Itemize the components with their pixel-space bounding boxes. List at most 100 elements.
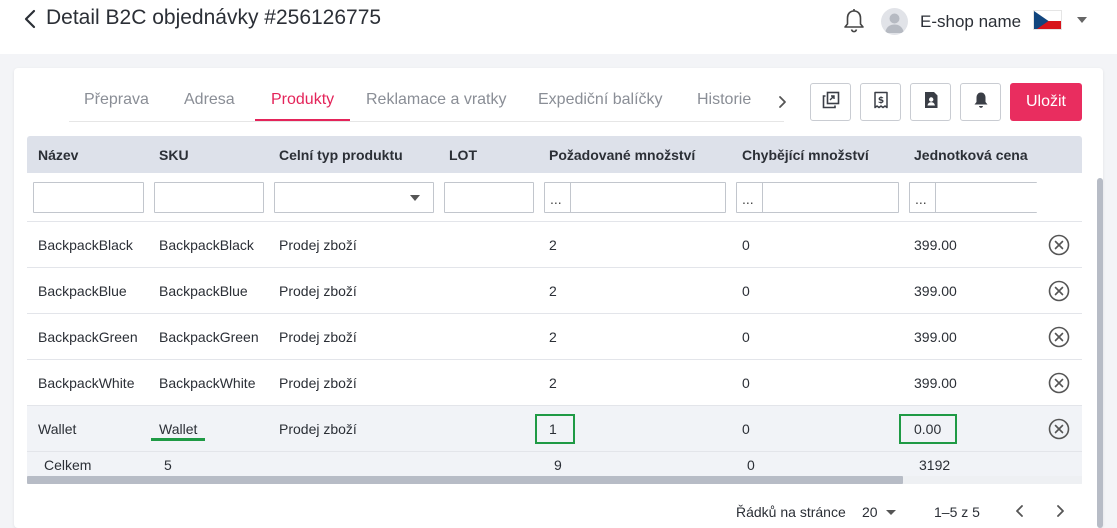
cell-sku: BackpackBlack xyxy=(159,237,254,253)
contact-card-icon xyxy=(923,91,939,114)
czech-flag-icon[interactable] xyxy=(1033,10,1062,30)
invoice-button[interactable]: $ xyxy=(860,83,901,121)
column-header-sku[interactable]: SKU xyxy=(159,147,189,163)
remove-row-icon[interactable] xyxy=(1048,280,1070,302)
previous-page-icon[interactable] xyxy=(1012,502,1028,520)
cell-celni-typ: Prodej zboží xyxy=(279,421,357,437)
cell-chybejici-mnozstvi: 0 xyxy=(742,375,750,391)
cell-chybejici-mnozstvi: 0 xyxy=(742,421,750,437)
cell-chybejici-mnozstvi: 0 xyxy=(742,283,750,299)
sku-highlight-underline xyxy=(151,438,205,441)
cell-nazev: BackpackGreen xyxy=(38,329,138,345)
cell-pozadovane-mnozstvi[interactable]: 2 xyxy=(549,329,557,345)
filter-jednotkova-cena-range[interactable]: ... xyxy=(909,182,1037,213)
filter-lot-input[interactable] xyxy=(444,182,534,213)
chevron-down-icon[interactable] xyxy=(886,510,896,515)
column-header-chybejici-mnozstvi[interactable]: Chybějící množství xyxy=(742,147,869,163)
table-header: Název SKU Celní typ produktu LOT Požadov… xyxy=(27,136,1082,173)
products-table: Název SKU Celní typ produktu LOT Požadov… xyxy=(27,136,1082,486)
cell-jednotkova-cena[interactable]: 399.00 xyxy=(914,283,957,299)
tab-historie[interactable]: Historie xyxy=(697,91,751,109)
table-row[interactable]: BackpackGreen BackpackGreen Prodej zboží… xyxy=(27,314,1082,360)
tab-preprava[interactable]: Přeprava xyxy=(84,91,149,109)
back-arrow-icon[interactable] xyxy=(20,8,40,30)
cell-pozadovane-mnozstvi[interactable]: 2 xyxy=(549,237,557,253)
svg-text:$: $ xyxy=(877,96,883,106)
order-detail-card: Přeprava Adresa Produkty Reklamace a vra… xyxy=(14,68,1103,528)
cell-nazev: Wallet xyxy=(38,421,77,437)
cell-pozadovane-mnozstvi[interactable]: 2 xyxy=(549,283,557,299)
tab-expedicni-balicky[interactable]: Expediční balíčky xyxy=(538,91,663,109)
top-bar: Detail B2C objednávky #256126775 E-shop … xyxy=(0,0,1117,54)
cell-jednotkova-cena[interactable]: 399.00 xyxy=(914,237,957,253)
filter-chybejici-mnozstvi-range[interactable]: ... xyxy=(736,182,899,213)
cell-celni-typ: Prodej zboží xyxy=(279,283,357,299)
horizontal-scrollbar[interactable] xyxy=(27,476,1082,484)
table-row[interactable]: BackpackBlack BackpackBlack Prodej zboží… xyxy=(27,222,1082,268)
cell-jednotkova-cena[interactable]: 399.00 xyxy=(914,375,957,391)
tabs-scroll-right-icon[interactable] xyxy=(774,94,790,110)
filter-divider xyxy=(762,183,763,212)
notification-button[interactable] xyxy=(960,83,1001,121)
filter-nazev-input[interactable] xyxy=(33,182,144,213)
page-title: Detail B2C objednávky #256126775 xyxy=(46,6,382,29)
remove-row-icon[interactable] xyxy=(1048,418,1070,440)
filter-operator-ellipsis[interactable]: ... xyxy=(550,191,562,207)
filter-sku-input[interactable] xyxy=(154,182,264,213)
cell-pozadovane-mnozstvi[interactable]: 1 xyxy=(549,421,557,437)
filter-pozadovane-mnozstvi-range[interactable]: ... xyxy=(544,182,726,213)
totals-count: 5 xyxy=(164,457,172,473)
cell-sku: BackpackBlue xyxy=(159,283,248,299)
cell-celni-typ: Prodej zboží xyxy=(279,375,357,391)
horizontal-scrollbar-thumb[interactable] xyxy=(27,476,903,484)
copy-button[interactable] xyxy=(810,83,851,121)
vertical-scrollbar[interactable] xyxy=(1097,178,1103,528)
remove-row-icon[interactable] xyxy=(1048,234,1070,256)
table-row[interactable]: BackpackBlue BackpackBlue Prodej zboží 2… xyxy=(27,268,1082,314)
save-button[interactable]: Uložit xyxy=(1010,83,1082,121)
totals-missing: 0 xyxy=(747,457,755,473)
rows-per-page-label: Řádků na stránce xyxy=(736,504,846,520)
cell-chybejici-mnozstvi: 0 xyxy=(742,237,750,253)
table-row[interactable]: Wallet Wallet Prodej zboží 1 0 0.00 xyxy=(27,406,1082,452)
table-row[interactable]: BackpackWhite BackpackWhite Prodej zboží… xyxy=(27,360,1082,406)
totals-requested: 9 xyxy=(554,457,562,473)
user-avatar-icon[interactable] xyxy=(881,8,908,35)
tabs-divider xyxy=(69,121,784,122)
cell-sku: BackpackGreen xyxy=(159,329,259,345)
cell-sku: BackpackWhite xyxy=(159,375,256,391)
filter-operator-ellipsis[interactable]: ... xyxy=(742,191,754,207)
tab-produkty[interactable]: Produkty xyxy=(271,91,334,109)
notifications-bell-icon[interactable] xyxy=(842,8,866,34)
shop-name[interactable]: E-shop name xyxy=(920,12,1021,32)
cell-jednotkova-cena[interactable]: 399.00 xyxy=(914,329,957,345)
cell-nazev: BackpackBlue xyxy=(38,283,127,299)
filter-celni-typ-select[interactable] xyxy=(274,182,434,213)
filter-divider xyxy=(935,183,936,212)
tab-reklamace-a-vratky[interactable]: Reklamace a vratky xyxy=(366,91,507,109)
cell-celni-typ: Prodej zboží xyxy=(279,329,357,345)
tab-adresa[interactable]: Adresa xyxy=(184,91,235,109)
invoice-dollar-icon: $ xyxy=(872,91,890,114)
filter-operator-ellipsis[interactable]: ... xyxy=(915,191,927,207)
cell-pozadovane-mnozstvi[interactable]: 2 xyxy=(549,375,557,391)
chevron-down-icon xyxy=(410,195,420,201)
cell-celni-typ: Prodej zboží xyxy=(279,237,357,253)
remove-row-icon[interactable] xyxy=(1048,326,1070,348)
column-header-nazev[interactable]: Název xyxy=(38,147,78,163)
next-page-icon[interactable] xyxy=(1052,502,1068,520)
cell-jednotkova-cena[interactable]: 0.00 xyxy=(914,421,941,437)
language-dropdown-caret-icon[interactable] xyxy=(1077,17,1087,23)
column-header-lot[interactable]: LOT xyxy=(449,147,477,163)
column-header-pozadovane-mnozstvi[interactable]: Požadované množství xyxy=(549,147,695,163)
remove-row-icon[interactable] xyxy=(1048,372,1070,394)
cell-nazev: BackpackWhite xyxy=(38,375,135,391)
totals-row: Celkem 5 9 0 3192 xyxy=(27,452,1082,476)
filter-divider xyxy=(570,183,571,212)
column-header-celni-typ[interactable]: Celní typ produktu xyxy=(279,147,403,163)
rows-per-page-select[interactable]: 20 xyxy=(862,504,878,520)
copy-icon xyxy=(822,91,840,114)
contact-card-button[interactable] xyxy=(910,83,951,121)
column-header-jednotkova-cena[interactable]: Jednotková cena xyxy=(914,147,1028,163)
cell-sku: Wallet xyxy=(159,421,198,437)
